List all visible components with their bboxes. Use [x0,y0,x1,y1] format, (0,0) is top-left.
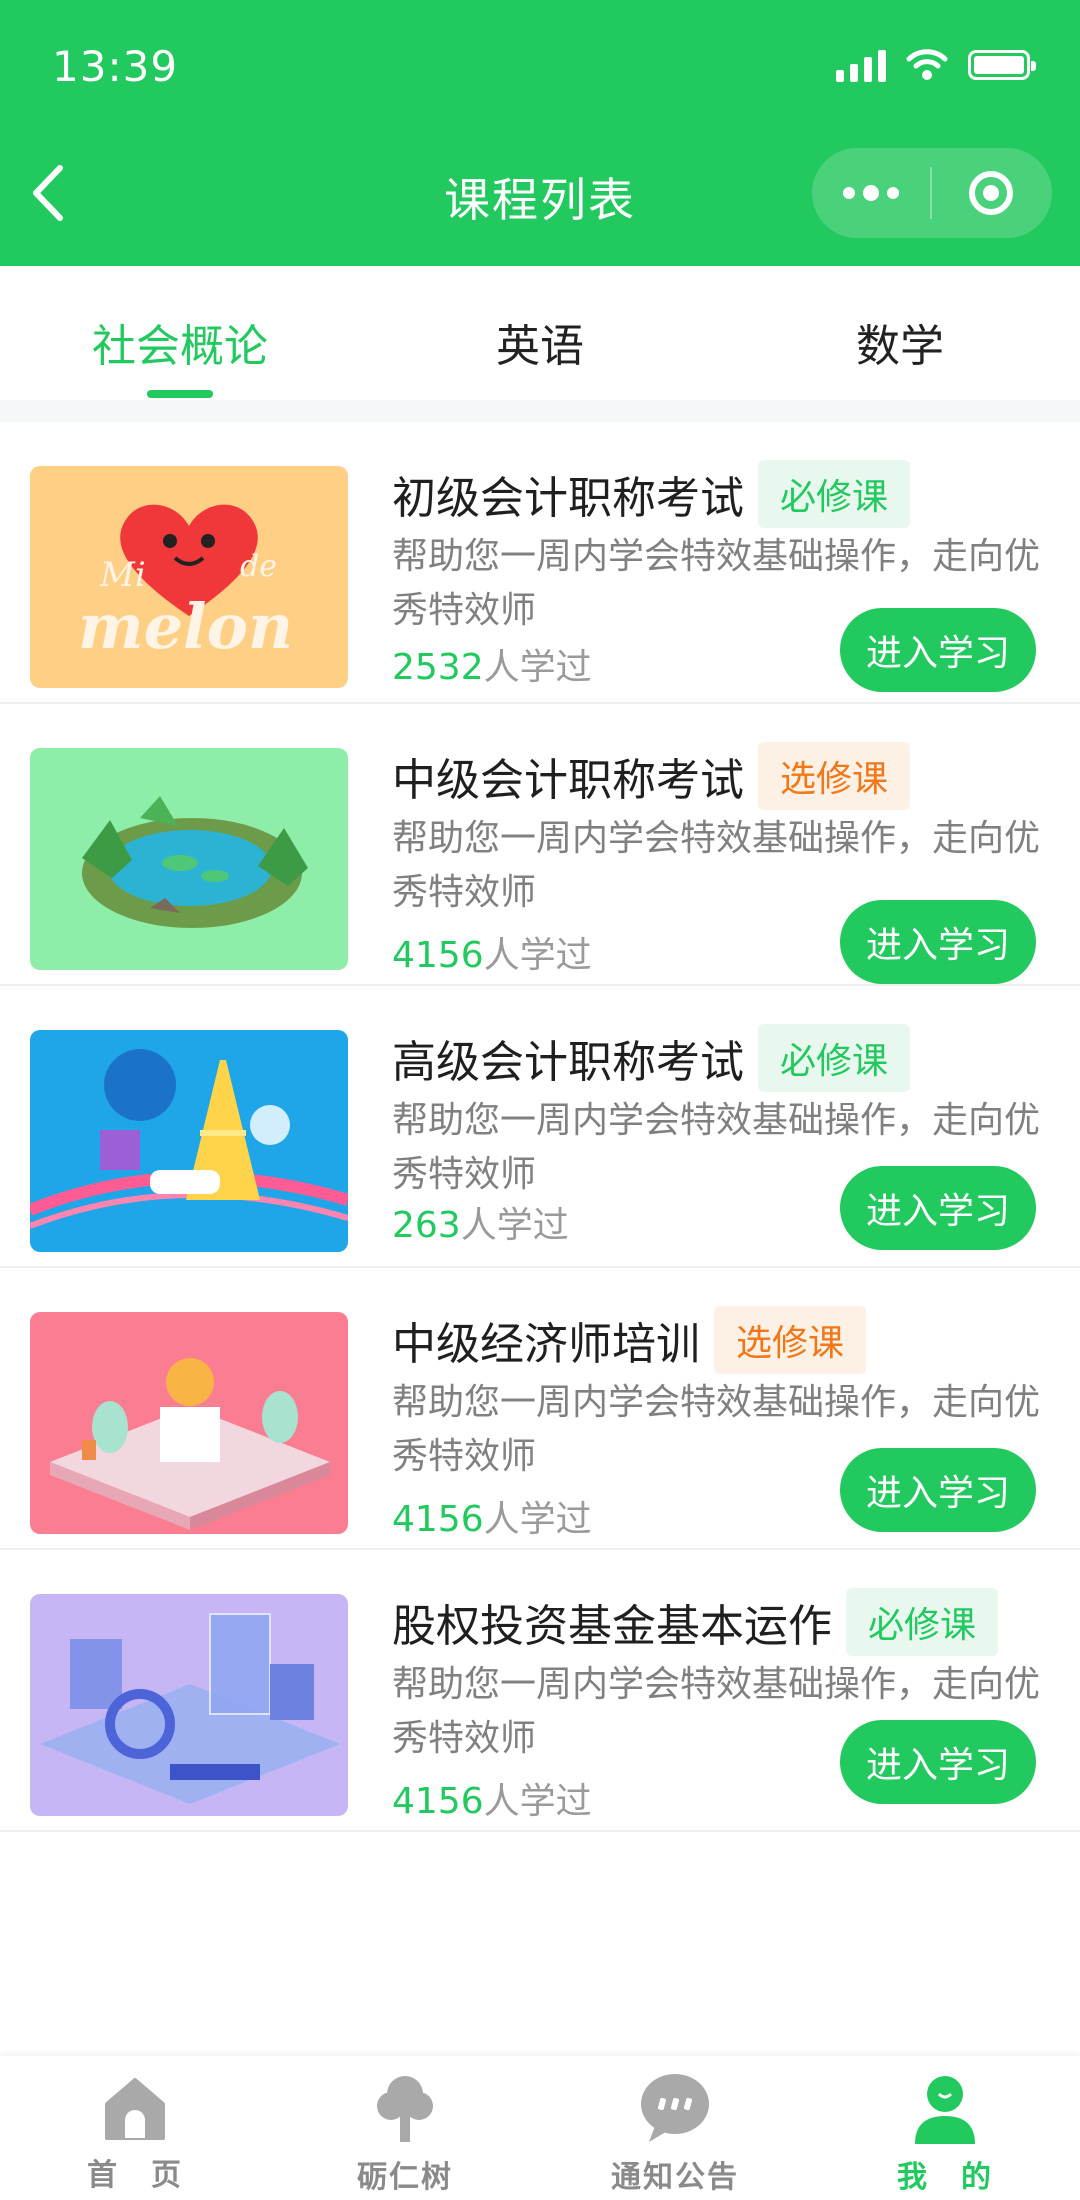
signal-icon [836,48,886,82]
tabbar-label: 砺仁树 [357,2160,453,2195]
dot [843,187,855,199]
dot [887,187,899,199]
course-title-row: 股权投资基金基本运作 必修课 [392,1588,999,1656]
wifi-icon [906,49,948,80]
course-thumbnail: Mi de melon [30,466,348,688]
learner-count-suffix: 人学过 [483,1499,592,1540]
course-item[interactable]: 中级会计职称考试 选修课 帮助您一周内学会特效基础操作，走向优秀特效师 4156… [0,704,1080,986]
course-type-badge: 选修课 [714,1306,867,1374]
tab-label: 数学 [856,321,944,372]
course-thumbnail [30,1312,348,1534]
learner-count-suffix: 人学过 [460,1205,569,1246]
learner-count-number: 263 [392,1205,461,1246]
tabbar-item-mine[interactable]: 我 的 [810,2056,1080,2200]
learner-count: 263人学过 [392,1196,569,1248]
learner-count-number: 4156 [392,1499,484,1540]
navigation-header: 13:39 课程列表 [0,0,1080,266]
course-title-row: 中级经济师培训 选修课 [392,1306,867,1374]
tree-icon [377,2076,433,2142]
course-title: 股权投资基金基本运作 [392,1601,832,1652]
battery-icon [968,50,1036,80]
course-list: Mi de melon 初级会计职称考试 必修课 帮助您一周内学会特效基础操作，… [0,422,1080,1832]
learner-count-number: 4156 [392,935,484,976]
course-title-row: 初级会计职称考试 必修课 [392,460,911,528]
more-button[interactable] [812,148,930,238]
tab-english[interactable]: 英语 [360,266,720,400]
course-item[interactable]: Mi de melon 初级会计职称考试 必修课 帮助您一周内学会特效基础操作，… [0,422,1080,704]
dot [863,185,879,201]
course-type-badge: 必修课 [758,1024,911,1092]
tab-label: 英语 [496,321,584,372]
learner-count-suffix: 人学过 [483,935,592,976]
close-miniprogram-button[interactable] [932,148,1050,238]
tab-label: 社会概论 [92,321,268,372]
learner-count: 2532人学过 [392,638,592,690]
enter-study-button[interactable]: 进入学习 [840,608,1036,692]
tabbar-label: 我 的 [897,2160,993,2195]
chat-bubble-icon [641,2074,709,2142]
svg-text:de: de [240,549,277,584]
course-type-badge: 选修课 [758,742,911,810]
learner-count-suffix: 人学过 [483,647,592,688]
tab-active-indicator [147,390,213,398]
course-item[interactable]: 高级会计职称考试 必修课 帮助您一周内学会特效基础操作，走向优秀特效师 263人… [0,986,1080,1268]
category-tabs: 社会概论 英语 数学 [0,266,1080,400]
course-item[interactable]: 股权投资基金基本运作 必修课 帮助您一周内学会特效基础操作，走向优秀特效师 41… [0,1550,1080,1832]
enter-study-button[interactable]: 进入学习 [840,1448,1036,1532]
tab-social-overview[interactable]: 社会概论 [0,266,360,400]
tabbar-item-notices[interactable]: 通知公告 [540,2056,810,2200]
course-title: 高级会计职称考试 [392,1037,744,1088]
learner-count: 4156人学过 [392,1772,592,1824]
course-title: 初级会计职称考试 [392,473,744,524]
status-icons [836,48,1036,82]
course-title: 中级经济师培训 [392,1319,700,1370]
tab-math[interactable]: 数学 [720,266,1080,400]
learner-count-number: 4156 [392,1781,484,1822]
tabbar-label: 通知公告 [611,2160,739,2195]
course-thumbnail [30,748,348,970]
user-icon [915,2076,975,2144]
course-title: 中级会计职称考试 [392,755,744,806]
course-thumbnail [30,1594,348,1816]
bottom-tab-bar: 首 页 砺仁树 通知公告 我 的 [0,2056,1080,2200]
section-divider [0,400,1080,422]
tabbar-item-home[interactable]: 首 页 [0,2056,270,2200]
learner-count-suffix: 人学过 [483,1781,592,1822]
course-item[interactable]: 中级经济师培训 选修课 帮助您一周内学会特效基础操作，走向优秀特效师 4156人… [0,1268,1080,1550]
svg-text:melon: melon [78,590,293,663]
tabbar-label: 首 页 [87,2158,183,2193]
tabbar-item-tree[interactable]: 砺仁树 [270,2056,540,2200]
miniprogram-capsule [812,148,1052,238]
svg-text:Mi: Mi [99,555,146,595]
learner-count: 4156人学过 [392,926,592,978]
course-thumbnail [30,1030,348,1252]
course-type-badge: 必修课 [846,1588,999,1656]
status-time: 13:39 [52,42,179,91]
learner-count-number: 2532 [392,647,484,688]
course-type-badge: 必修课 [758,460,911,528]
enter-study-button[interactable]: 进入学习 [840,1166,1036,1250]
course-title-row: 高级会计职称考试 必修课 [392,1024,911,1092]
enter-study-button[interactable]: 进入学习 [840,1720,1036,1804]
home-icon [105,2078,165,2140]
target-icon [969,171,1013,215]
enter-study-button[interactable]: 进入学习 [840,900,1036,984]
course-title-row: 中级会计职称考试 选修课 [392,742,911,810]
learner-count: 4156人学过 [392,1490,592,1542]
